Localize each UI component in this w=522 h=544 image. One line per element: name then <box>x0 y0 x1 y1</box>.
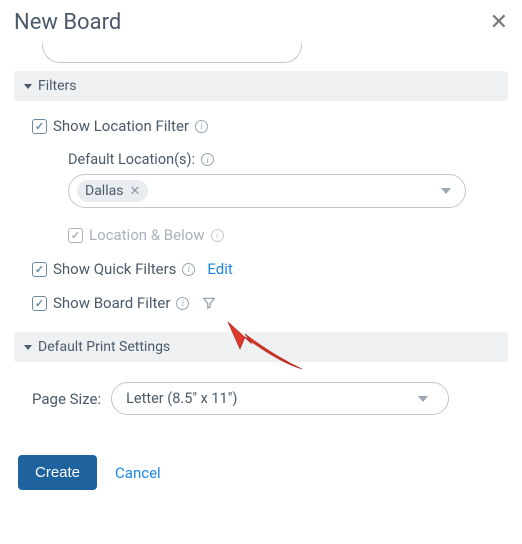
section-print-title: Default Print Settings <box>38 339 170 355</box>
page-size-select[interactable]: Letter (8.5" x 11") <box>111 382 449 415</box>
dialog-title: New Board <box>14 10 121 35</box>
default-locations-label: Default Location(s): <box>68 151 195 168</box>
show-board-filter-checkbox[interactable] <box>32 296 47 311</box>
page-size-value: Letter (8.5" x 11") <box>126 390 237 407</box>
page-size-label: Page Size: <box>32 390 101 408</box>
chevron-down-icon <box>418 396 428 402</box>
remove-tag-icon[interactable]: ✕ <box>129 184 140 199</box>
info-icon[interactable] <box>211 229 224 242</box>
section-filters-title: Filters <box>38 78 77 94</box>
collapsed-field[interactable] <box>42 43 302 63</box>
location-tag-label: Dallas <box>85 183 123 199</box>
cancel-link[interactable]: Cancel <box>115 464 161 482</box>
location-tag: Dallas ✕ <box>77 180 148 202</box>
location-below-label: Location & Below <box>89 226 205 244</box>
section-print-header[interactable]: Default Print Settings <box>14 332 508 362</box>
show-location-label: Show Location Filter <box>53 117 189 135</box>
show-quick-filters-label: Show Quick Filters <box>53 260 176 278</box>
info-icon[interactable] <box>201 153 214 166</box>
info-icon[interactable] <box>176 297 189 310</box>
info-icon[interactable] <box>195 120 208 133</box>
close-icon[interactable]: ✕ <box>490 12 508 34</box>
section-filters-header[interactable]: Filters <box>14 71 508 101</box>
location-below-checkbox[interactable] <box>68 228 83 243</box>
chevron-down-icon <box>441 188 451 194</box>
default-locations-select[interactable]: Dallas ✕ <box>68 174 466 208</box>
show-location-checkbox[interactable] <box>32 119 47 134</box>
edit-quick-filters-link[interactable]: Edit <box>207 260 232 278</box>
create-button[interactable]: Create <box>18 455 97 490</box>
show-board-filter-label: Show Board Filter <box>53 294 170 312</box>
show-quick-filters-checkbox[interactable] <box>32 262 47 277</box>
funnel-icon[interactable] <box>201 295 217 311</box>
info-icon[interactable] <box>182 263 195 276</box>
caret-down-icon <box>24 84 32 89</box>
caret-down-icon <box>24 345 32 350</box>
